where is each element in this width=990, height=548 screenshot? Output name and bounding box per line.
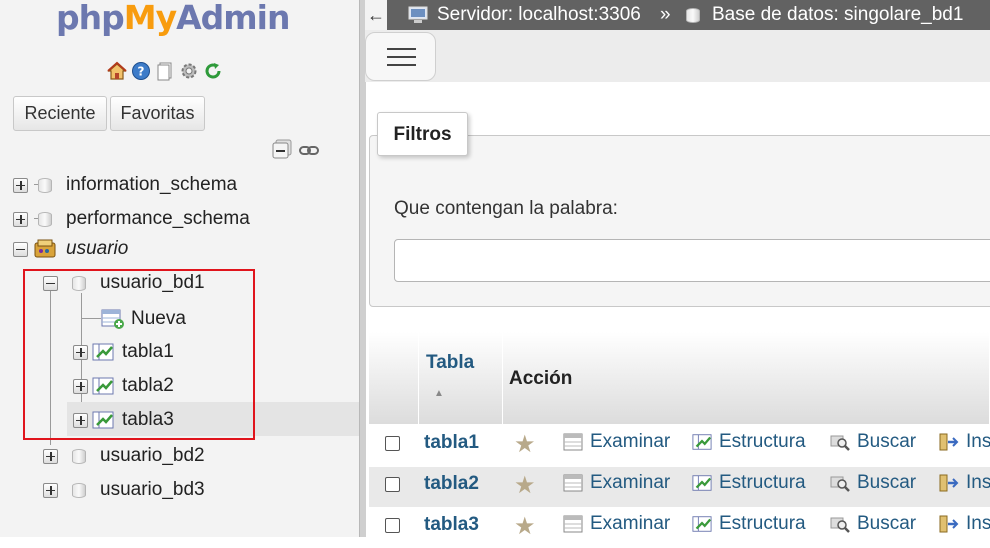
- database-group-icon: [34, 239, 56, 258]
- tree-label: information_schema: [66, 174, 238, 195]
- server-icon: [408, 6, 428, 23]
- table-row: tabla2 ★ Examinar Estructura Buscar Ins: [369, 467, 990, 507]
- highlight-box: [23, 269, 255, 440]
- table-name-link[interactable]: tabla2: [424, 473, 479, 495]
- back-arrow-icon[interactable]: ←: [365, 0, 387, 30]
- tree-db-usuario-bd2[interactable]: usuario_bd2: [43, 441, 205, 471]
- menu-strip: [365, 30, 990, 82]
- search-link[interactable]: Buscar: [830, 513, 916, 535]
- expand-icon[interactable]: [43, 482, 58, 498]
- structure-icon: [692, 434, 712, 450]
- breadcrumb-database[interactable]: Base de datos: singolare_bd1: [712, 0, 963, 30]
- structure-icon: [692, 516, 712, 532]
- docs-icon[interactable]: [155, 61, 175, 81]
- browse-icon: [563, 474, 583, 492]
- home-icon[interactable]: [107, 61, 127, 81]
- tree-db-information-schema[interactable]: information_schema: [13, 170, 237, 200]
- settings-icon[interactable]: [179, 61, 199, 81]
- structure-link[interactable]: Estructura: [692, 472, 806, 494]
- search-link[interactable]: Buscar: [830, 431, 916, 453]
- row-checkbox[interactable]: [385, 518, 400, 533]
- database-icon: [38, 210, 52, 228]
- filters-label: Que contengan la palabra:: [394, 198, 618, 219]
- insert-link[interactable]: Ins: [939, 513, 990, 535]
- search-link[interactable]: Buscar: [830, 472, 916, 494]
- tree-db-performance-schema[interactable]: performance_schema: [13, 204, 250, 234]
- favorite-star-icon[interactable]: ★: [514, 430, 536, 459]
- browse-icon: [563, 433, 583, 451]
- insert-icon: [939, 433, 959, 451]
- database-icon: [686, 6, 700, 24]
- filters-legend: Filtros: [377, 112, 468, 156]
- browse-icon: [563, 515, 583, 533]
- insert-link[interactable]: Ins: [939, 472, 990, 494]
- breadcrumb-separator: »: [660, 4, 671, 25]
- search-icon: [830, 476, 850, 492]
- navigation-panel: phpMyAdmin ? Reciente Favoritas informat…: [0, 0, 359, 537]
- help-icon[interactable]: ?: [131, 61, 151, 81]
- browse-link[interactable]: Examinar: [563, 513, 670, 535]
- search-icon: [830, 517, 850, 533]
- browse-link[interactable]: Examinar: [563, 431, 670, 453]
- tree-label: performance_schema: [66, 208, 250, 229]
- collapse-icon[interactable]: [13, 241, 28, 257]
- phpmyadmin-logo[interactable]: phpMyAdmin: [56, 0, 290, 37]
- row-checkbox[interactable]: [385, 477, 400, 492]
- tree-label: usuario: [66, 238, 129, 259]
- tree-label: usuario_bd2: [100, 445, 205, 466]
- insert-icon: [939, 474, 959, 492]
- link-icon[interactable]: [298, 139, 320, 161]
- table-name-link[interactable]: tabla1: [424, 432, 479, 454]
- insert-link[interactable]: Ins: [939, 431, 990, 453]
- favorite-star-icon[interactable]: ★: [514, 471, 536, 500]
- sort-asc-icon[interactable]: ▲: [434, 388, 444, 399]
- favorites-tab[interactable]: Favoritas: [110, 96, 205, 131]
- header-table-label[interactable]: Tabla: [426, 352, 474, 374]
- header-action-label: Acción: [509, 368, 573, 389]
- search-icon: [830, 435, 850, 451]
- database-icon: [72, 447, 86, 465]
- breadcrumb-bar: ← Servidor: localhost:3306 » Base de dat…: [365, 0, 990, 30]
- structure-icon: [692, 475, 712, 491]
- reload-icon[interactable]: [203, 61, 223, 81]
- header-checkbox-col: [369, 332, 419, 424]
- filter-input[interactable]: [394, 239, 990, 282]
- table-row: tabla3 ★ Examinar Estructura Buscar Ins: [369, 508, 990, 548]
- structure-link[interactable]: Estructura: [692, 513, 806, 535]
- expand-icon[interactable]: [13, 177, 28, 193]
- header-table-col[interactable]: Tabla ▲: [419, 332, 503, 424]
- database-icon: [38, 176, 52, 194]
- database-icon: [72, 481, 86, 499]
- row-checkbox[interactable]: [385, 436, 400, 451]
- tree-group-usuario[interactable]: usuario: [13, 234, 128, 264]
- expand-icon[interactable]: [43, 448, 58, 464]
- table-row: tabla1 ★ Examinar Estructura Buscar Ins: [369, 426, 990, 466]
- expand-icon[interactable]: [13, 211, 28, 227]
- recent-tab[interactable]: Reciente: [13, 96, 107, 131]
- collapse-all-icon[interactable]: [272, 139, 294, 161]
- quick-icons: ?: [107, 59, 223, 83]
- structure-link[interactable]: Estructura: [692, 431, 806, 453]
- tables-list: Tabla ▲ Acción tabla1 ★ Examinar Estruct…: [369, 332, 990, 548]
- menu-icon[interactable]: [365, 32, 436, 81]
- breadcrumb-server[interactable]: Servidor: localhost:3306: [437, 0, 641, 30]
- table-name-link[interactable]: tabla3: [424, 514, 479, 536]
- insert-icon: [939, 515, 959, 533]
- tree-db-usuario-bd3[interactable]: usuario_bd3: [43, 475, 205, 505]
- tree-label: usuario_bd3: [100, 479, 205, 500]
- browse-link[interactable]: Examinar: [563, 472, 670, 494]
- tree-controls: [272, 139, 320, 161]
- header-action-col: Acción: [503, 332, 990, 424]
- svg-text:?: ?: [138, 65, 145, 79]
